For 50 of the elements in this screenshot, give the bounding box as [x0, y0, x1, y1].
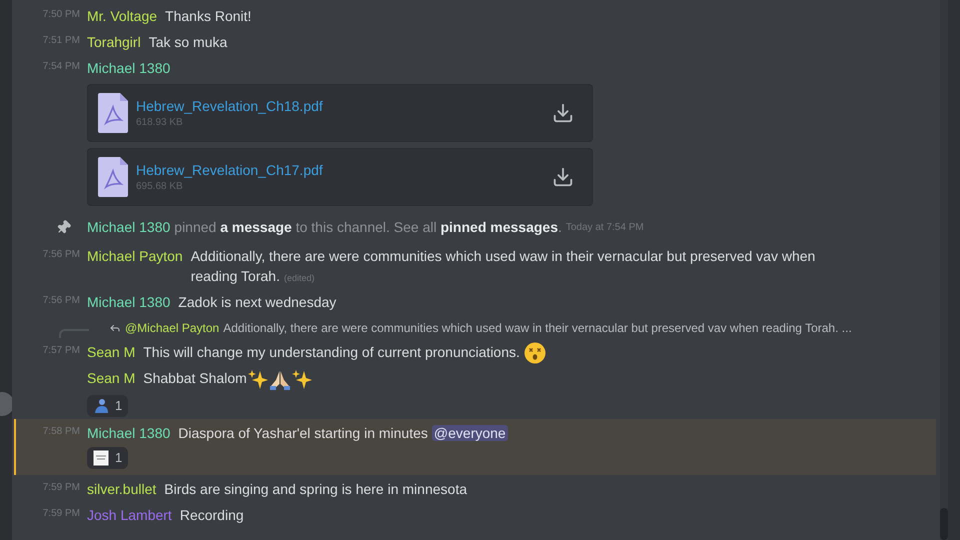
reply-connector-line [59, 328, 89, 338]
timestamp: 7:51 PM [42, 34, 80, 48]
timestamp: 7:58 PM [42, 424, 80, 439]
reply-icon [109, 322, 121, 334]
praying-hands-emoji-icon [268, 368, 291, 391]
file-name-link[interactable]: Hebrew_Revelation_Ch18.pdf [136, 96, 544, 114]
download-icon[interactable] [552, 166, 574, 188]
dizzy-face-emoji-icon [524, 342, 546, 364]
message-text: Recording [180, 506, 244, 523]
author-name[interactable]: Michael 1380 [87, 292, 170, 312]
message-text: Shabbat Shalom [143, 370, 247, 386]
timestamp: 7:54 PM [42, 60, 80, 74]
pdf-file-icon [98, 157, 128, 197]
author-name[interactable]: Sean M [87, 342, 136, 362]
timestamp: Today at 7:54 PM [566, 220, 644, 234]
author-name[interactable]: silver.bullet [87, 478, 156, 499]
message-text: Tak so muka [148, 34, 228, 50]
timestamp: 7:56 PM [42, 248, 80, 262]
timestamp: 7:57 PM [42, 344, 80, 358]
reply-author[interactable]: @Michael Payton [125, 319, 220, 337]
author-name[interactable]: Michael 1380 [87, 422, 170, 443]
file-name-link[interactable]: Hebrew_Revelation_Ch17.pdf [136, 160, 544, 178]
download-icon[interactable] [552, 102, 574, 124]
mention-tag[interactable]: @everyone [432, 424, 508, 441]
reaction-button[interactable]: 1 [87, 446, 128, 469]
author-name[interactable]: Michael 1380 [87, 216, 170, 238]
author-name[interactable]: Sean M [87, 368, 136, 388]
sparkles-emoji-icon [290, 368, 313, 391]
author-name[interactable]: Mr. Voltage [87, 6, 158, 26]
reply-preview: Additionally, there are were communities which used waw in their vernacular but preserved vav when reading Torah. ... [223, 320, 852, 337]
timestamp: 7:56 PM [42, 294, 80, 308]
message-text: Thanks Ronit! [165, 8, 252, 24]
timestamp: 7:59 PM [42, 506, 80, 521]
sticker-icon [93, 450, 109, 466]
author-name[interactable]: Torahgirl [87, 32, 141, 52]
author-name[interactable]: Michael 1380 [87, 58, 170, 78]
message-text: Birds are singing and spring is here in minnesota [164, 480, 467, 497]
person-emoji-icon [93, 398, 109, 414]
system-message: pinned a message to this channel. See all pinned messages. [174, 218, 562, 237]
message-text: Diaspora of Yashar'el starting in minutes [178, 424, 428, 441]
message-text: Zadok is next wednesday [178, 294, 336, 310]
sparkles-emoji-icon [246, 368, 269, 391]
timestamp: 7:59 PM [42, 480, 80, 495]
message-text: This will change my understanding of current pronunciations. [143, 344, 520, 360]
reaction-button[interactable]: 1 [87, 394, 128, 417]
timestamp: 7:50 PM [42, 8, 80, 22]
scrollbar-thumb[interactable] [940, 508, 948, 540]
author-name[interactable]: Michael Payton [87, 246, 183, 266]
pdf-file-icon [98, 93, 128, 133]
message-text: Additionally, there are were communities which used waw in their vernacular but preserved vav when reading Torah. (edited) [190, 248, 816, 284]
